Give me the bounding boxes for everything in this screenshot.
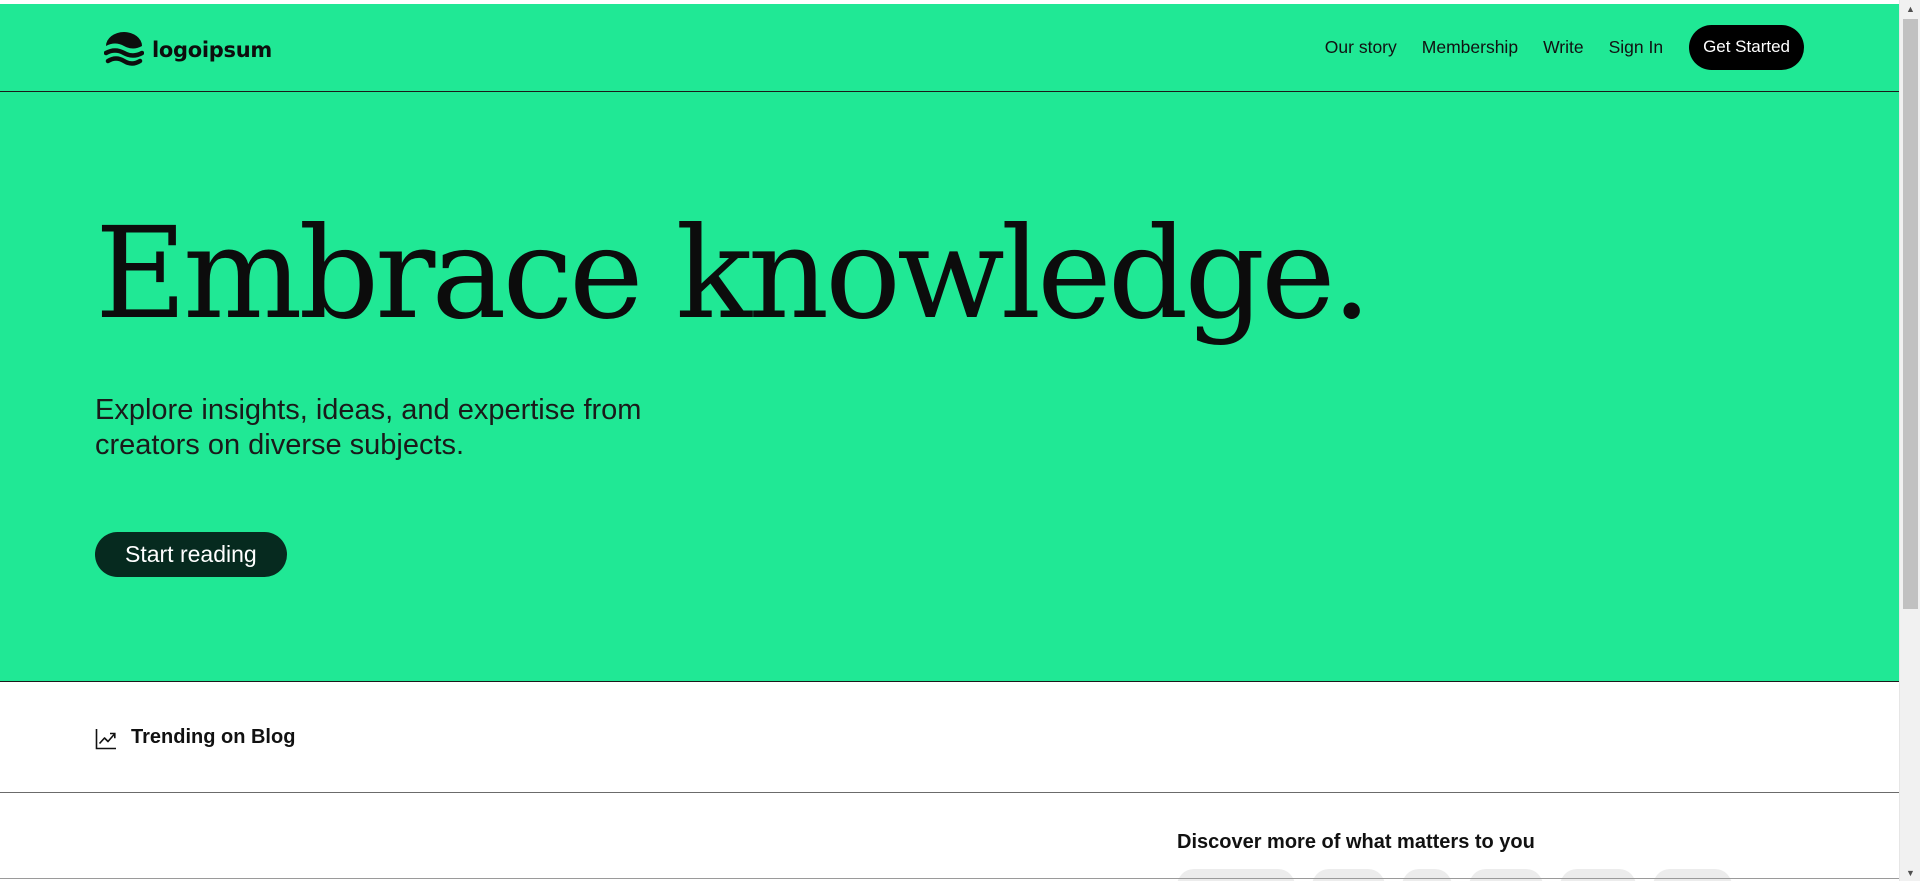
page: logoipsum Our story Membership Write Sig… [0, 0, 1899, 881]
topic-chip[interactable] [1177, 869, 1295, 881]
viewport-bottom-edge [0, 878, 1899, 879]
scroll-down-arrow-icon[interactable]: ▼ [1900, 864, 1920, 881]
trending-label: Trending on Blog [131, 726, 296, 748]
nav-write[interactable]: Write [1543, 37, 1584, 58]
start-reading-button[interactable]: Start reading [95, 532, 287, 577]
discover-title: Discover more of what matters to you [1177, 831, 1535, 853]
topic-chip[interactable] [1402, 869, 1452, 881]
top-nav: Our story Membership Write Sign In Get S… [1325, 24, 1804, 70]
hero-title: Embrace knowledge. [95, 200, 1372, 347]
hero-section: Embrace knowledge. Explore insights, ide… [0, 92, 1899, 682]
browser-viewport: logoipsum Our story Membership Write Sig… [0, 0, 1920, 881]
logo-text: logoipsum [152, 38, 272, 62]
waves-logo-icon [104, 32, 144, 66]
topic-chip-row [1177, 869, 1732, 881]
trending-section: Trending on Blog [0, 682, 1899, 793]
nav-our-story[interactable]: Our story [1325, 37, 1397, 58]
get-started-button[interactable]: Get Started [1689, 24, 1804, 70]
vertical-scrollbar[interactable]: ▲ ▼ [1899, 0, 1920, 881]
nav-membership[interactable]: Membership [1422, 37, 1518, 58]
topic-chip[interactable] [1560, 869, 1636, 881]
discover-section: Discover more of what matters to you [0, 793, 1899, 881]
scroll-thumb[interactable] [1903, 19, 1918, 609]
hero-subtitle: Explore insights, ideas, and expertise f… [95, 394, 642, 461]
trending-up-icon [95, 729, 116, 750]
site-header: logoipsum Our story Membership Write Sig… [0, 4, 1899, 92]
nav-sign-in[interactable]: Sign In [1609, 37, 1663, 58]
topic-chip[interactable] [1653, 869, 1732, 881]
topic-chip[interactable] [1469, 869, 1543, 881]
logo-link[interactable]: logoipsum [104, 32, 272, 68]
topic-chip[interactable] [1312, 869, 1385, 881]
scroll-up-arrow-icon[interactable]: ▲ [1900, 0, 1920, 17]
